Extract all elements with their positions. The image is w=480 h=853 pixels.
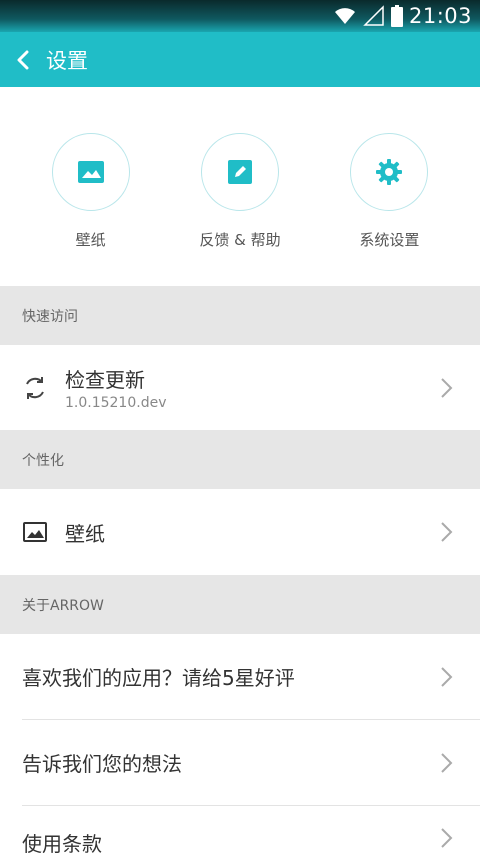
row-text: 检查更新 1.0.15210.dev	[65, 364, 426, 411]
check-update-row[interactable]: 检查更新 1.0.15210.dev	[0, 345, 480, 430]
chevron-right-icon	[426, 657, 466, 697]
row-title: 使用条款	[22, 832, 102, 853]
quick-item-feedback[interactable]: 反馈 & 帮助	[165, 133, 314, 286]
row-title: 喜欢我们的应用？请给5星好评	[22, 666, 295, 690]
version-label: 1.0.15210.dev	[65, 395, 167, 411]
row-title: 检查更新	[65, 368, 145, 392]
quick-item-circle	[51, 133, 130, 211]
image-icon	[77, 161, 104, 183]
chevron-left-icon	[17, 50, 29, 69]
terms-row[interactable]: 使用条款	[0, 806, 480, 853]
section-header-personalize: 个性化	[0, 430, 480, 489]
edit-icon	[227, 160, 252, 184]
quick-actions: 壁纸 反馈 & 帮助 系统设置	[0, 87, 480, 286]
rate-app-row[interactable]: 喜欢我们的应用？请给5星好评	[0, 634, 480, 719]
section-header-about: 关于ARROW	[0, 575, 480, 634]
image-icon	[21, 518, 49, 546]
quick-item-wallpaper[interactable]: 壁纸	[16, 133, 165, 286]
page-title: 设置	[46, 48, 88, 73]
quick-item-circle	[350, 133, 429, 211]
row-text: 壁纸	[65, 518, 426, 547]
gear-icon	[376, 159, 403, 185]
status-bar: 21:03	[0, 0, 480, 32]
row-text: 使用条款	[0, 829, 426, 853]
quick-item-system-settings[interactable]: 系统设置	[315, 133, 464, 286]
quick-item-circle	[200, 133, 279, 211]
refresh-icon	[21, 374, 49, 402]
row-text: 告诉我们您的想法	[0, 748, 426, 777]
wallpaper-row[interactable]: 壁纸	[0, 489, 480, 575]
app-bar: 设置	[0, 32, 480, 87]
row-title: 告诉我们您的想法	[22, 752, 182, 776]
quick-item-label: 反馈 & 帮助	[199, 231, 281, 249]
feedback-row[interactable]: 告诉我们您的想法	[0, 720, 480, 805]
row-text: 喜欢我们的应用？请给5星好评	[0, 662, 426, 691]
back-button[interactable]	[0, 32, 46, 87]
status-time: 21:03	[408, 4, 472, 28]
chevron-right-icon	[426, 823, 466, 853]
status-icons	[333, 5, 403, 27]
battery-icon	[390, 5, 403, 27]
wifi-icon	[334, 8, 355, 24]
quick-item-label: 壁纸	[75, 231, 106, 249]
quick-item-label: 系统设置	[359, 231, 420, 249]
section-header-quick-access: 快速访问	[0, 286, 480, 345]
row-title: 壁纸	[65, 521, 105, 546]
chevron-right-icon	[426, 512, 466, 552]
signal-icon	[363, 5, 384, 26]
chevron-right-icon	[426, 743, 466, 783]
chevron-right-icon	[426, 368, 466, 408]
